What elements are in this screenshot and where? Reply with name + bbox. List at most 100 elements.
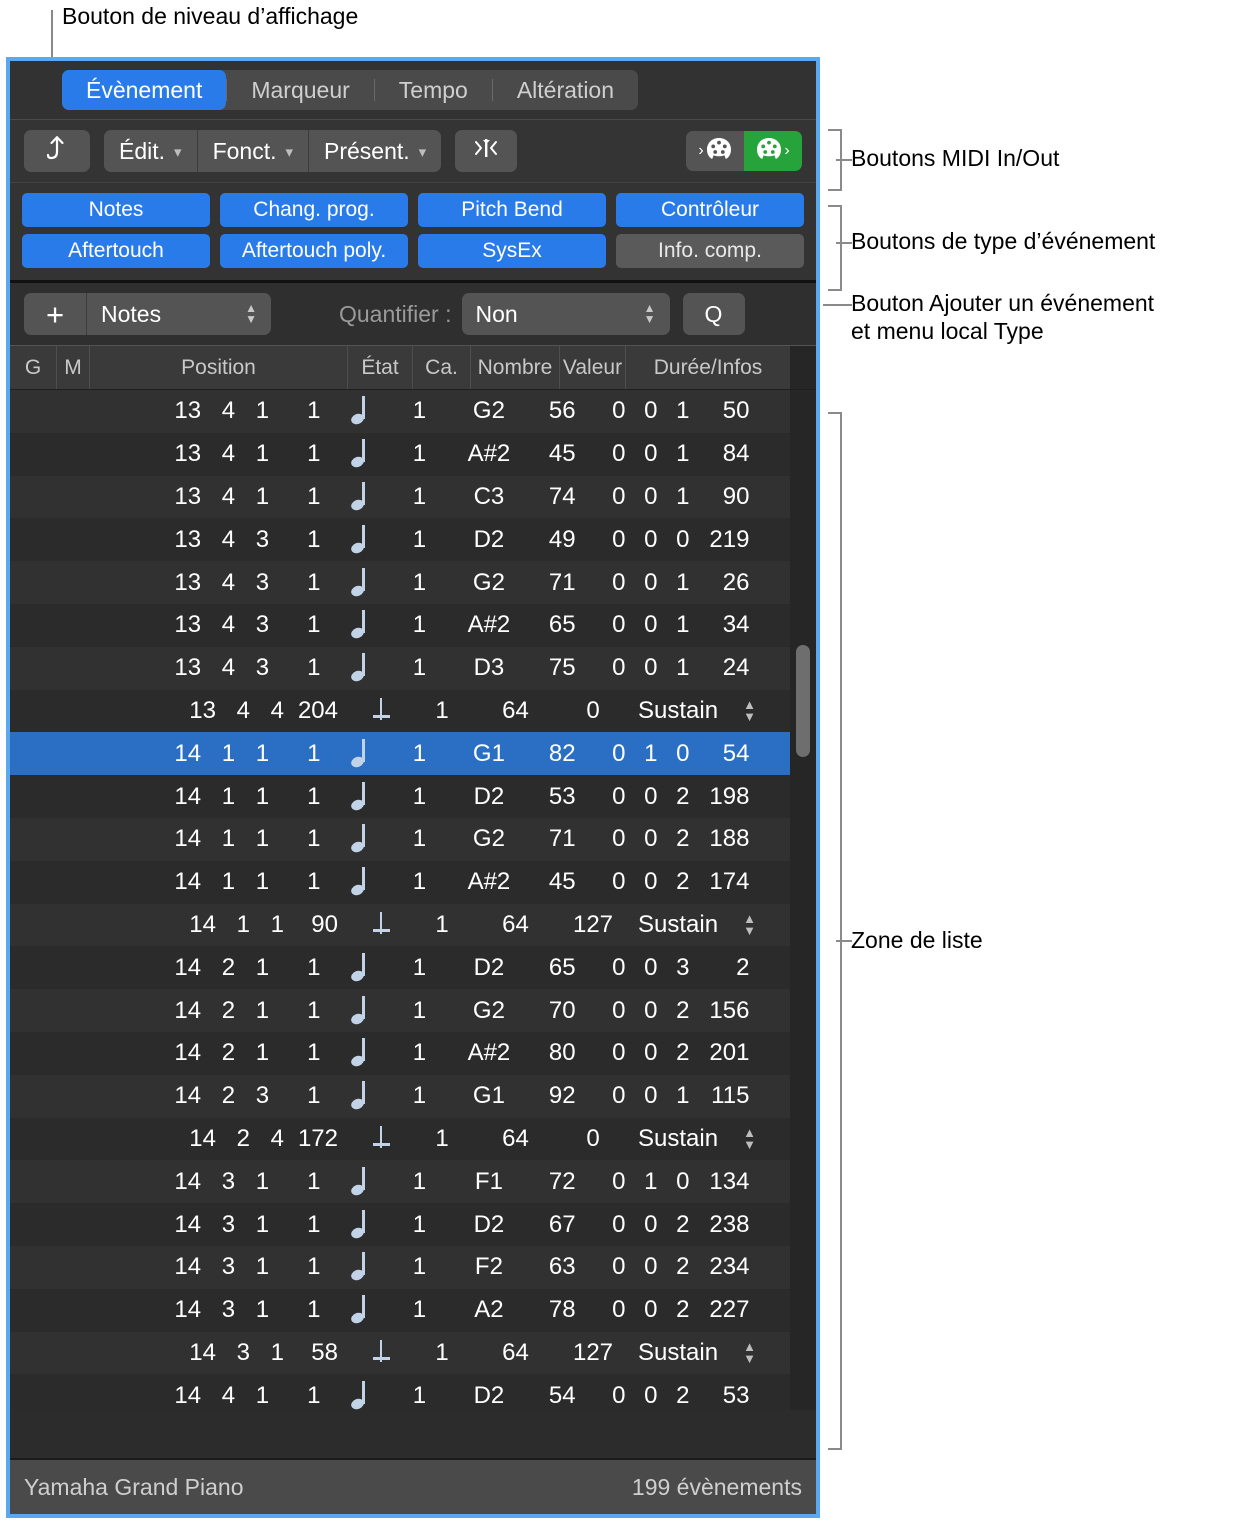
- cell-position-tick[interactable]: 172: [290, 1125, 348, 1153]
- cell-status[interactable]: [331, 1166, 392, 1195]
- cell-position-tick[interactable]: 1: [275, 397, 330, 425]
- cell-position[interactable]: 14 2 1: [86, 997, 275, 1025]
- cell-length-info[interactable]: 0 0 1 90: [593, 483, 791, 511]
- type-button-controller[interactable]: Contrôleur: [616, 193, 804, 227]
- cell-position[interactable]: 14 3 1: [86, 1253, 275, 1281]
- table-row[interactable]: 13 4 1 1 1 G2 56 0 0 1 50: [10, 390, 816, 433]
- cell-length-info[interactable]: 0 1 0 134: [593, 1168, 791, 1196]
- cell-number[interactable]: A#2: [447, 611, 531, 639]
- midi-out-button[interactable]: ›: [744, 131, 802, 171]
- cell-value[interactable]: 127: [560, 1339, 626, 1367]
- cell-channel[interactable]: 1: [392, 1168, 447, 1196]
- table-row[interactable]: 14 1 1 1 1 D2 53 0 0 2 198: [10, 775, 816, 818]
- cell-length-info[interactable]: 0 0 2 201: [593, 1039, 791, 1067]
- cell-channel[interactable]: 1: [413, 1125, 471, 1153]
- cell-channel[interactable]: 1: [413, 911, 471, 939]
- type-button-additional-info[interactable]: Info. comp.: [616, 234, 804, 268]
- cell-length-info[interactable]: 0032: [593, 954, 791, 982]
- cell-channel[interactable]: 1: [392, 483, 447, 511]
- column-header-nombre[interactable]: Nombre: [471, 346, 560, 389]
- cell-position-tick[interactable]: 1: [275, 611, 330, 639]
- cell-status[interactable]: [331, 867, 392, 895]
- cell-number[interactable]: D2: [447, 526, 531, 554]
- column-header-m[interactable]: M: [57, 346, 90, 389]
- cell-number[interactable]: D2: [447, 1382, 531, 1410]
- column-header-etat[interactable]: État: [348, 346, 413, 389]
- column-header-g[interactable]: G: [10, 346, 57, 389]
- stepper-icon[interactable]: ▲ ▼: [743, 1339, 756, 1366]
- cell-length-info[interactable]: 0 0 1 24: [593, 654, 791, 682]
- cell-position[interactable]: 14 3 1: [86, 1296, 275, 1324]
- cell-status[interactable]: [331, 1038, 392, 1066]
- type-button-program-change[interactable]: Chang. prog.: [220, 193, 408, 227]
- cell-status[interactable]: [331, 824, 392, 852]
- cell-position-tick[interactable]: 1: [275, 569, 330, 597]
- cell-number[interactable]: 64: [471, 697, 560, 725]
- cell-value[interactable]: 63: [531, 1253, 593, 1281]
- cell-position[interactable]: 14 2 1: [86, 954, 275, 982]
- table-row[interactable]: 14 3 1 58 1 64 127 Sustain ▲ ▼: [10, 1331, 816, 1375]
- cell-value[interactable]: 67: [531, 1211, 593, 1239]
- cell-value[interactable]: 72: [531, 1168, 593, 1196]
- cell-status[interactable]: [331, 995, 392, 1024]
- cell-value[interactable]: 127: [560, 911, 626, 939]
- cell-status[interactable]: [331, 610, 392, 638]
- cell-value[interactable]: 80: [531, 1039, 593, 1067]
- cell-position-tick[interactable]: 1: [275, 654, 330, 682]
- cell-position[interactable]: 14 3 1: [90, 1339, 290, 1367]
- cell-status[interactable]: [331, 396, 392, 424]
- menu-view[interactable]: Présent. ▾: [309, 130, 441, 172]
- cell-status[interactable]: [331, 1295, 392, 1323]
- cell-channel[interactable]: 1: [392, 1382, 447, 1410]
- cell-channel[interactable]: 1: [392, 654, 447, 682]
- table-row[interactable]: 13 4 4 204 1 64 0 Sustain ▲ ▼: [10, 689, 816, 733]
- cell-channel[interactable]: 1: [392, 1082, 447, 1110]
- cell-position[interactable]: 13 4 1: [86, 483, 275, 511]
- cell-value[interactable]: 78: [531, 1296, 593, 1324]
- cell-number[interactable]: D3: [447, 654, 531, 682]
- cell-position[interactable]: 13 4 3: [86, 569, 275, 597]
- type-button-pitch-bend[interactable]: Pitch Bend: [418, 193, 606, 227]
- event-type-popup[interactable]: Notes ▲ ▼: [87, 293, 271, 335]
- cell-position-tick[interactable]: 1: [275, 483, 330, 511]
- cell-channel[interactable]: 1: [392, 1039, 447, 1067]
- cell-position[interactable]: 13 4 3: [86, 526, 275, 554]
- cell-value[interactable]: 56: [531, 397, 593, 425]
- cell-length-info[interactable]: 0 1 0 54: [593, 740, 791, 768]
- cell-status[interactable]: [348, 911, 413, 938]
- cell-position-tick[interactable]: 1: [275, 526, 330, 554]
- cell-position-tick[interactable]: 1: [275, 1211, 330, 1239]
- add-event-button[interactable]: +: [24, 293, 87, 335]
- cell-position[interactable]: 13 4 1: [86, 440, 275, 468]
- cell-position-tick[interactable]: 1: [275, 1296, 330, 1324]
- cell-position[interactable]: 14 1 1: [86, 825, 275, 853]
- cell-position[interactable]: 13 4 3: [86, 611, 275, 639]
- cell-value[interactable]: 49: [531, 526, 593, 554]
- quantize-popup[interactable]: Non ▲ ▼: [461, 293, 670, 335]
- cell-position[interactable]: 14 2 3: [86, 1082, 275, 1110]
- cell-value[interactable]: 54: [531, 1382, 593, 1410]
- cell-number[interactable]: A2: [447, 1296, 531, 1324]
- cell-length-info[interactable]: 0 0 2 188: [593, 825, 791, 853]
- cell-channel[interactable]: 1: [392, 1211, 447, 1239]
- cell-value[interactable]: 53: [531, 783, 593, 811]
- table-row[interactable]: 14 2 1 1 1 D2 65 0 0 3 2: [10, 946, 816, 990]
- stepper-icon[interactable]: ▲ ▼: [743, 1125, 756, 1152]
- cell-channel[interactable]: 1: [413, 697, 471, 725]
- cell-value[interactable]: 65: [531, 611, 593, 639]
- column-header-duree-infos[interactable]: Durée/Infos: [626, 346, 790, 389]
- cell-status[interactable]: [331, 1380, 392, 1409]
- table-row[interactable]: 14 1 1 1 1 G2 71 0 0 2 188: [10, 817, 816, 861]
- cell-status[interactable]: [331, 567, 392, 596]
- cell-value[interactable]: 75: [531, 654, 593, 682]
- menu-functions[interactable]: Fonct. ▾: [198, 130, 310, 172]
- cell-status[interactable]: [331, 781, 392, 810]
- tab-tempo[interactable]: Tempo: [375, 70, 492, 110]
- cell-value[interactable]: 71: [531, 825, 593, 853]
- type-button-aftertouch[interactable]: Aftertouch: [22, 234, 210, 268]
- table-row[interactable]: 13 4 3 1 1 A#2 65 0 0 1 34: [10, 603, 816, 647]
- stepper-icon[interactable]: ▲ ▼: [743, 697, 756, 724]
- cell-position[interactable]: 14 1 1: [90, 911, 290, 939]
- cell-value[interactable]: 0: [560, 697, 626, 725]
- table-row[interactable]: 14 2 4 172 1 64 0 Sustain ▲ ▼: [10, 1117, 816, 1161]
